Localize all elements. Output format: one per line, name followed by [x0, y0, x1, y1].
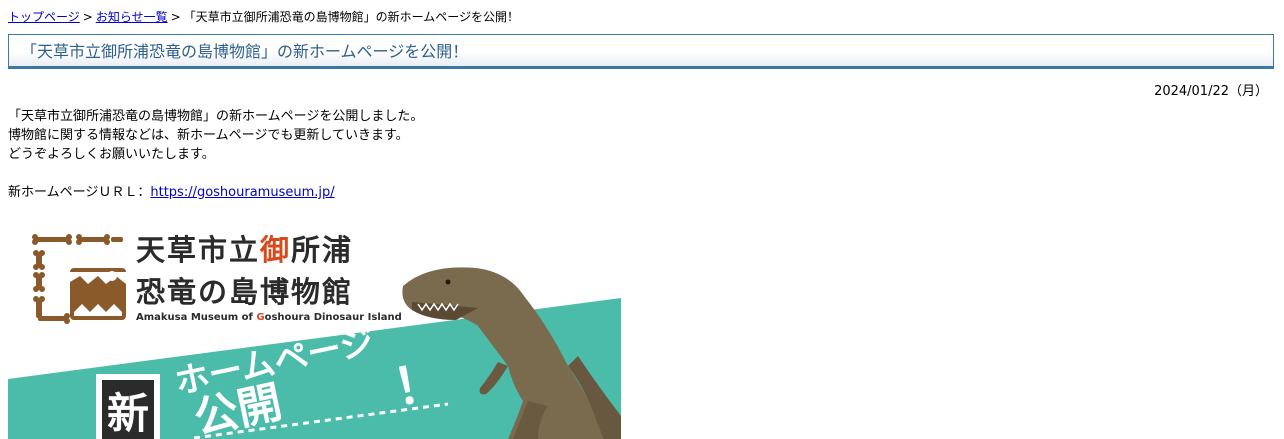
homepage-url-label: 新ホームページＵＲＬ：: [8, 185, 151, 200]
breadcrumb-current: 「天草市立御所浦恐竜の島博物館」の新ホームページを公開！: [183, 10, 520, 24]
homepage-url-link[interactable]: https://goshouramuseum.jp/: [150, 185, 334, 200]
article-line-1: 「天草市立御所浦恐竜の島博物館」の新ホームページを公開しました。: [8, 109, 424, 124]
article-line-3: どうぞよろしくお願いいたします。: [8, 147, 215, 162]
banner-logo-line-2: 恐竜の島博物館: [136, 275, 353, 309]
publish-date: 2024/01/22（月）: [1154, 84, 1268, 99]
article-line-2: 博物館に関する情報などは、新ホームページでも更新していきます。: [8, 128, 409, 143]
page-title: 「天草市立御所浦恐竜の島博物館」の新ホームページを公開！: [21, 42, 469, 61]
banner-logo-line-1: 天草市立御所浦: [136, 233, 353, 267]
page-title-box: 「天草市立御所浦恐竜の島博物館」の新ホームページを公開！: [8, 34, 1274, 69]
banner-logo-english: Amakusa Museum of Goshoura Dinosaur Isla…: [136, 312, 402, 323]
new-badge-text: 新: [107, 389, 149, 438]
homepage-banner-image: 天草市立御所浦 恐竜の島博物館 Amakusa Museum of Goshou…: [8, 216, 621, 439]
breadcrumb-separator: >: [82, 10, 93, 24]
article-body: 「天草市立御所浦恐竜の島博物館」の新ホームページを公開しました。 博物館に関する…: [8, 107, 423, 202]
homepage-url-line: 新ホームページＵＲＬ：https://goshouramuseum.jp/: [8, 183, 423, 202]
breadcrumb-link-news-list[interactable]: お知らせ一覧: [96, 10, 168, 24]
dinosaur-logo-mark: [32, 234, 126, 324]
breadcrumb-link-top[interactable]: トップページ: [8, 10, 80, 24]
breadcrumb: トップページ > お知らせ一覧 > 「天草市立御所浦恐竜の島博物館」の新ホームページを公…: [8, 9, 519, 25]
breadcrumb-separator: >: [170, 10, 181, 24]
